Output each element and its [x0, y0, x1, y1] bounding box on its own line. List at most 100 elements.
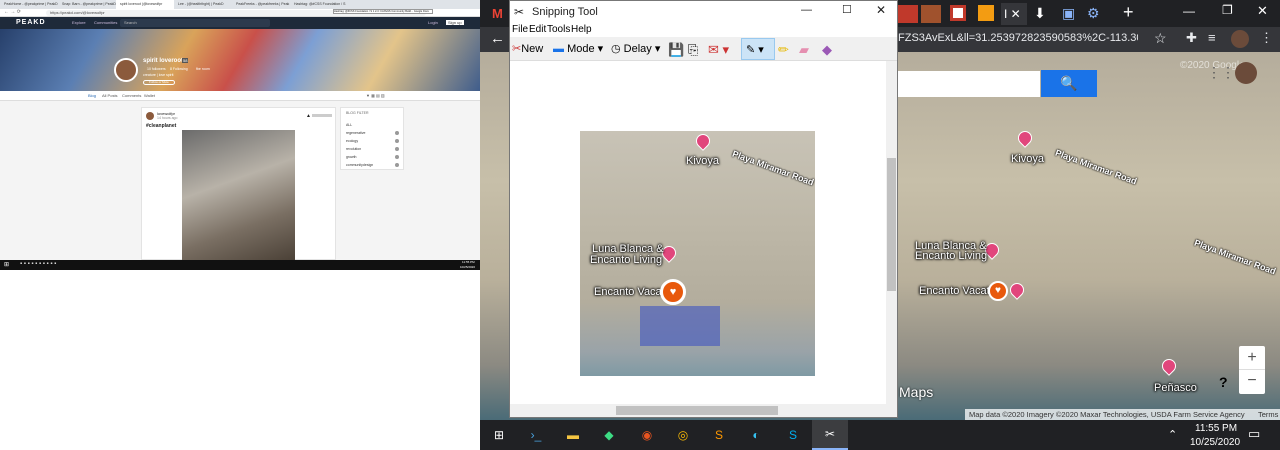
following-count[interactable]: 8 Following	[170, 67, 188, 71]
post-title[interactable]: #cleanplanet	[146, 123, 176, 129]
active-tab-close[interactable]: I ✕	[1001, 3, 1027, 25]
download-icon[interactable]: ⬇	[1034, 5, 1046, 22]
place-pin-icon[interactable]	[1015, 128, 1035, 148]
tab-comments[interactable]: Comments	[122, 93, 141, 98]
place-label-encanto[interactable]: Encanto Vacat	[919, 285, 990, 297]
file-explorer-icon[interactable]: ▬	[564, 426, 582, 444]
notification-icon[interactable]: ▭	[1248, 426, 1260, 442]
filter-item[interactable]: communitydesign	[346, 163, 373, 167]
post-menu[interactable]	[312, 114, 332, 117]
taskbar-time[interactable]: 11:55 PM	[1195, 423, 1237, 434]
save-icon[interactable]: 💾	[668, 42, 684, 58]
back-arrow-icon[interactable]: ←	[490, 30, 505, 47]
filter-item[interactable]: ecology	[346, 139, 358, 143]
avatar[interactable]	[114, 58, 138, 82]
snip-close-button[interactable]: ✕	[876, 3, 886, 17]
restore-button[interactable]: ❐	[1222, 3, 1233, 17]
menu-edit[interactable]: Edit	[529, 24, 546, 35]
post-image[interactable]	[182, 130, 295, 261]
view-toggle-icons[interactable]: ▼ ▦ ▤ ▥	[366, 93, 385, 98]
zoom-in-button[interactable]: +	[1239, 346, 1265, 370]
eraser-icon[interactable]: ▰	[799, 42, 809, 58]
profile-avatar[interactable]	[1231, 30, 1249, 48]
new-snip-button[interactable]: ✂New	[512, 42, 543, 55]
post-author-avatar[interactable]	[146, 112, 154, 120]
search-button[interactable]: 🔍	[1041, 70, 1097, 97]
browser-tab[interactable]: PeakFreeks - @peakfreeks | Peak	[232, 0, 290, 9]
nav-communities[interactable]: Communities	[94, 20, 117, 25]
browser-tab-active[interactable]: spirit loveroot (@lovewolfpr	[116, 0, 174, 9]
url-field[interactable]: FZS3AvExL&ll=31.253972823590583%2C-113.3…	[898, 32, 1138, 44]
nav-arrows-icon[interactable]: ← → ⟳	[4, 9, 21, 15]
extensions-icon[interactable]: ✚	[1186, 30, 1197, 46]
menu-file[interactable]: File	[512, 24, 528, 35]
vertical-scrollbar[interactable]	[886, 61, 897, 404]
scroll-thumb[interactable]	[616, 406, 778, 415]
tab-wallet[interactable]: Wallet	[144, 93, 155, 98]
tab-all-posts[interactable]: All Posts	[102, 93, 118, 98]
send-icon[interactable]: ✉ ▾	[708, 42, 729, 58]
delay-button[interactable]: ◷ Delay ▾	[611, 42, 660, 55]
mode-button[interactable]: ▬ Mode ▾	[553, 42, 603, 55]
paint3d-icon[interactable]: ◆	[822, 42, 832, 58]
sublime-icon[interactable]: S	[710, 426, 728, 444]
sourcetree-icon[interactable]: ◆	[600, 426, 618, 444]
tab-favicon[interactable]	[898, 5, 918, 23]
mini-taskbar-apps[interactable]: ▪ ▪ ▪ ▪ ▪ ▪ ▪ ▪ ▪ ▪	[20, 261, 56, 267]
place-label-kivoya[interactable]: Kivoya	[1011, 153, 1044, 165]
account-avatar[interactable]	[1235, 62, 1257, 84]
filter-item[interactable]: ALL	[346, 123, 352, 127]
pen-tool-button[interactable]: ✎ ▾	[741, 38, 775, 60]
taskbar-date[interactable]: 10/25/2020	[1190, 437, 1240, 448]
browser-tab[interactable]: Lee - (@healththght) | PeakD	[174, 0, 232, 9]
browser-tab[interactable]: Snap: Barn - @peakprime | PeakD	[58, 0, 116, 9]
tab-favicon[interactable]	[921, 5, 941, 23]
more-menu-icon[interactable]: ⋮	[1260, 30, 1273, 46]
favorite-heart-icon[interactable]: ♥	[988, 281, 1008, 301]
place-pin-icon[interactable]	[1007, 280, 1027, 300]
reading-list-icon[interactable]: ≡	[1208, 30, 1216, 45]
snipping-tool-taskbar-button[interactable]: ✂	[812, 420, 848, 450]
tab-favicon[interactable]	[950, 5, 966, 21]
tab-blog[interactable]: Blog	[88, 93, 96, 98]
snip-minimize-button[interactable]: —	[801, 4, 812, 16]
skype-icon[interactable]: S	[784, 426, 802, 444]
follow-button[interactable]: Follow or Mute	[143, 80, 175, 85]
tab-favicon[interactable]	[978, 5, 994, 21]
ubuntu-icon[interactable]: ◉	[638, 426, 656, 444]
snip-titlebar[interactable]: ✂ Snipping Tool — ☐ ✕	[510, 1, 897, 23]
close-window-button[interactable]: ✕	[1257, 3, 1268, 19]
extension-icon[interactable]: ▣	[1062, 5, 1075, 22]
snip-maximize-button[interactable]: ☐	[842, 3, 852, 16]
start-icon[interactable]: ⊞	[490, 426, 508, 444]
login-link[interactable]: Login	[428, 20, 438, 25]
gmail-icon[interactable]: M	[492, 6, 503, 21]
scroll-thumb[interactable]	[887, 158, 896, 291]
map-search-input[interactable]	[898, 71, 1040, 97]
tray-chevron-icon[interactable]: ⌃	[1168, 428, 1177, 441]
terms-link[interactable]: Terms	[1258, 409, 1278, 420]
edge-icon[interactable]: ◐	[747, 426, 765, 444]
filter-item[interactable]: revolution	[346, 147, 361, 151]
powershell-icon[interactable]: ›_	[527, 426, 545, 444]
steam-icon[interactable]: ⚙	[1087, 5, 1100, 22]
nav-explore[interactable]: Explore	[72, 20, 86, 25]
peakd-logo[interactable]: PEAKD	[16, 19, 46, 26]
pin-icon[interactable]: ▲	[306, 113, 311, 119]
zoom-out-button[interactable]: −	[1239, 370, 1265, 394]
place-pin-icon[interactable]	[1159, 356, 1179, 376]
followers-count[interactable]: 10 followers	[147, 67, 166, 71]
site-search-input[interactable]: Search	[120, 19, 270, 27]
help-icon[interactable]: ?	[1219, 374, 1228, 390]
bookmark-star-icon[interactable]: ☆	[1154, 30, 1167, 47]
filter-item[interactable]: growth	[346, 155, 357, 159]
horizontal-scrollbar[interactable]	[510, 404, 886, 417]
post-card[interactable]: lovewolfpr 14 hours ago ▲ #cleanplanet	[141, 107, 336, 261]
minimize-button[interactable]: —	[1183, 4, 1195, 18]
copy-icon[interactable]: ⎘	[688, 42, 698, 58]
browser-tab[interactable]: Hashtag: @#CSS Foundation / S	[290, 0, 348, 9]
menu-help[interactable]: Help	[571, 24, 592, 35]
place-label-luna-blanca[interactable]: Luna Blanca & Encanto Living	[915, 241, 1005, 262]
chrome-icon[interactable]: ◎	[674, 426, 692, 444]
place-label-penasco[interactable]: Peñasco	[1154, 382, 1197, 394]
